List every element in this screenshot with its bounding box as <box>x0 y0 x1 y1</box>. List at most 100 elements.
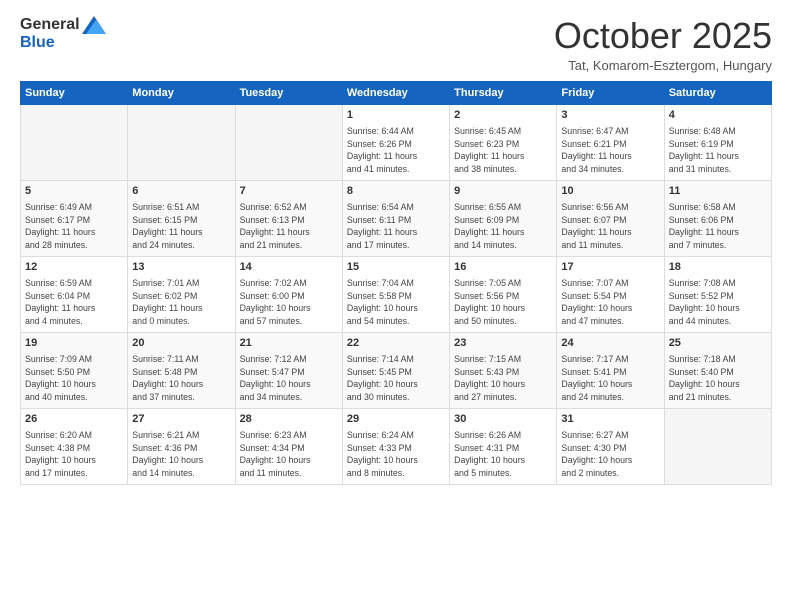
calendar-cell: 6 Sunrise: 6:51 AM Sunset: 6:15 PM Daylig… <box>128 180 235 256</box>
day-info: Sunrise: 7:14 AM Sunset: 5:45 PM Dayligh… <box>347 353 445 404</box>
day-info: Sunrise: 7:11 AM Sunset: 5:48 PM Dayligh… <box>132 353 230 404</box>
day-info: Sunrise: 6:56 AM Sunset: 6:07 PM Dayligh… <box>561 201 659 252</box>
day-info: Sunrise: 7:08 AM Sunset: 5:52 PM Dayligh… <box>669 277 767 328</box>
day-number: 20 <box>132 336 230 351</box>
weekday-header-thursday: Thursday <box>450 81 557 104</box>
calendar-header-row: SundayMondayTuesdayWednesdayThursdayFrid… <box>21 81 772 104</box>
month-title: October 2025 <box>554 16 772 56</box>
day-number: 3 <box>561 108 659 123</box>
day-number: 24 <box>561 336 659 351</box>
day-number: 4 <box>669 108 767 123</box>
calendar-cell: 7 Sunrise: 6:52 AM Sunset: 6:13 PM Daylig… <box>235 180 342 256</box>
day-info: Sunrise: 6:44 AM Sunset: 6:26 PM Dayligh… <box>347 125 445 176</box>
calendar-cell: 17 Sunrise: 7:07 AM Sunset: 5:54 PM Dayli… <box>557 256 664 332</box>
calendar-cell: 21 Sunrise: 7:12 AM Sunset: 5:47 PM Dayli… <box>235 332 342 408</box>
calendar-cell: 24 Sunrise: 7:17 AM Sunset: 5:41 PM Dayli… <box>557 332 664 408</box>
day-number: 25 <box>669 336 767 351</box>
calendar-cell: 31Sunrise: 6:27 AM Sunset: 4:30 PM Dayli… <box>557 408 664 484</box>
calendar-cell <box>235 104 342 180</box>
page-header: General Blue October 2025 Tat, Komarom-E… <box>20 16 772 73</box>
calendar-cell: 5 Sunrise: 6:49 AM Sunset: 6:17 PM Daylig… <box>21 180 128 256</box>
day-info: Sunrise: 7:15 AM Sunset: 5:43 PM Dayligh… <box>454 353 552 404</box>
day-number: 17 <box>561 260 659 275</box>
day-info: Sunrise: 7:04 AM Sunset: 5:58 PM Dayligh… <box>347 277 445 328</box>
day-info: Sunrise: 6:49 AM Sunset: 6:17 PM Dayligh… <box>25 201 123 252</box>
day-number: 29 <box>347 412 445 427</box>
day-number: 2 <box>454 108 552 123</box>
calendar-cell: 3 Sunrise: 6:47 AM Sunset: 6:21 PM Daylig… <box>557 104 664 180</box>
weekday-header-friday: Friday <box>557 81 664 104</box>
day-number: 16 <box>454 260 552 275</box>
day-info: Sunrise: 6:52 AM Sunset: 6:13 PM Dayligh… <box>240 201 338 252</box>
day-info: Sunrise: 7:09 AM Sunset: 5:50 PM Dayligh… <box>25 353 123 404</box>
calendar-cell: 4 Sunrise: 6:48 AM Sunset: 6:19 PM Daylig… <box>664 104 771 180</box>
title-area: October 2025 Tat, Komarom-Esztergom, Hun… <box>554 16 772 73</box>
day-number: 12 <box>25 260 123 275</box>
day-info: Sunrise: 6:54 AM Sunset: 6:11 PM Dayligh… <box>347 201 445 252</box>
day-number: 28 <box>240 412 338 427</box>
calendar-week-row: 19Sunrise: 7:09 AM Sunset: 5:50 PM Dayli… <box>21 332 772 408</box>
day-number: 7 <box>240 184 338 199</box>
day-info: Sunrise: 7:07 AM Sunset: 5:54 PM Dayligh… <box>561 277 659 328</box>
day-info: Sunrise: 7:12 AM Sunset: 5:47 PM Dayligh… <box>240 353 338 404</box>
day-info: Sunrise: 6:47 AM Sunset: 6:21 PM Dayligh… <box>561 125 659 176</box>
day-info: Sunrise: 6:59 AM Sunset: 6:04 PM Dayligh… <box>25 277 123 328</box>
calendar-table: SundayMondayTuesdayWednesdayThursdayFrid… <box>20 81 772 485</box>
calendar-cell: 23Sunrise: 7:15 AM Sunset: 5:43 PM Dayli… <box>450 332 557 408</box>
calendar-cell: 15 Sunrise: 7:04 AM Sunset: 5:58 PM Dayli… <box>342 256 449 332</box>
day-info: Sunrise: 6:48 AM Sunset: 6:19 PM Dayligh… <box>669 125 767 176</box>
day-info: Sunrise: 6:23 AM Sunset: 4:34 PM Dayligh… <box>240 429 338 480</box>
day-number: 26 <box>25 412 123 427</box>
location-text: Tat, Komarom-Esztergom, Hungary <box>554 58 772 73</box>
calendar-cell: 10 Sunrise: 6:56 AM Sunset: 6:07 PM Dayli… <box>557 180 664 256</box>
calendar-cell <box>21 104 128 180</box>
day-number: 22 <box>347 336 445 351</box>
calendar-cell: 13Sunrise: 7:01 AM Sunset: 6:02 PM Dayli… <box>128 256 235 332</box>
calendar-cell <box>128 104 235 180</box>
calendar-cell: 28 Sunrise: 6:23 AM Sunset: 4:34 PM Dayli… <box>235 408 342 484</box>
day-number: 13 <box>132 260 230 275</box>
day-info: Sunrise: 7:17 AM Sunset: 5:41 PM Dayligh… <box>561 353 659 404</box>
weekday-header-sunday: Sunday <box>21 81 128 104</box>
day-info: Sunrise: 6:20 AM Sunset: 4:38 PM Dayligh… <box>25 429 123 480</box>
calendar-cell: 22 Sunrise: 7:14 AM Sunset: 5:45 PM Dayli… <box>342 332 449 408</box>
day-info: Sunrise: 6:26 AM Sunset: 4:31 PM Dayligh… <box>454 429 552 480</box>
calendar-week-row: 26 Sunrise: 6:20 AM Sunset: 4:38 PM Dayli… <box>21 408 772 484</box>
day-number: 15 <box>347 260 445 275</box>
day-info: Sunrise: 6:24 AM Sunset: 4:33 PM Dayligh… <box>347 429 445 480</box>
calendar-cell: 18 Sunrise: 7:08 AM Sunset: 5:52 PM Dayli… <box>664 256 771 332</box>
logo-general-text: General <box>20 16 80 34</box>
day-number: 10 <box>561 184 659 199</box>
day-info: Sunrise: 6:21 AM Sunset: 4:36 PM Dayligh… <box>132 429 230 480</box>
calendar-cell: 16 Sunrise: 7:05 AM Sunset: 5:56 PM Dayli… <box>450 256 557 332</box>
calendar-week-row: 1 Sunrise: 6:44 AM Sunset: 6:26 PM Daylig… <box>21 104 772 180</box>
calendar-week-row: 12 Sunrise: 6:59 AM Sunset: 6:04 PM Dayli… <box>21 256 772 332</box>
calendar-cell: 29 Sunrise: 6:24 AM Sunset: 4:33 PM Dayli… <box>342 408 449 484</box>
day-info: Sunrise: 6:51 AM Sunset: 6:15 PM Dayligh… <box>132 201 230 252</box>
calendar-cell: 19Sunrise: 7:09 AM Sunset: 5:50 PM Dayli… <box>21 332 128 408</box>
day-info: Sunrise: 6:45 AM Sunset: 6:23 PM Dayligh… <box>454 125 552 176</box>
day-info: Sunrise: 6:58 AM Sunset: 6:06 PM Dayligh… <box>669 201 767 252</box>
day-info: Sunrise: 7:18 AM Sunset: 5:40 PM Dayligh… <box>669 353 767 404</box>
page: { "header": { "logo_general": "General",… <box>0 0 792 612</box>
calendar-cell: 25 Sunrise: 7:18 AM Sunset: 5:40 PM Dayli… <box>664 332 771 408</box>
calendar-week-row: 5 Sunrise: 6:49 AM Sunset: 6:17 PM Daylig… <box>21 180 772 256</box>
day-number: 21 <box>240 336 338 351</box>
day-info: Sunrise: 7:05 AM Sunset: 5:56 PM Dayligh… <box>454 277 552 328</box>
day-number: 1 <box>347 108 445 123</box>
calendar-cell: 26 Sunrise: 6:20 AM Sunset: 4:38 PM Dayli… <box>21 408 128 484</box>
calendar-cell: 30 Sunrise: 6:26 AM Sunset: 4:31 PM Dayli… <box>450 408 557 484</box>
logo-icon <box>82 16 106 34</box>
calendar-cell: 27Sunrise: 6:21 AM Sunset: 4:36 PM Dayli… <box>128 408 235 484</box>
day-number: 30 <box>454 412 552 427</box>
calendar-cell: 1 Sunrise: 6:44 AM Sunset: 6:26 PM Daylig… <box>342 104 449 180</box>
day-number: 5 <box>25 184 123 199</box>
day-number: 8 <box>347 184 445 199</box>
day-number: 18 <box>669 260 767 275</box>
calendar-cell: 8 Sunrise: 6:54 AM Sunset: 6:11 PM Daylig… <box>342 180 449 256</box>
logo-blue-text: Blue <box>20 34 55 52</box>
day-info: Sunrise: 6:55 AM Sunset: 6:09 PM Dayligh… <box>454 201 552 252</box>
weekday-header-tuesday: Tuesday <box>235 81 342 104</box>
day-number: 6 <box>132 184 230 199</box>
day-info: Sunrise: 7:02 AM Sunset: 6:00 PM Dayligh… <box>240 277 338 328</box>
